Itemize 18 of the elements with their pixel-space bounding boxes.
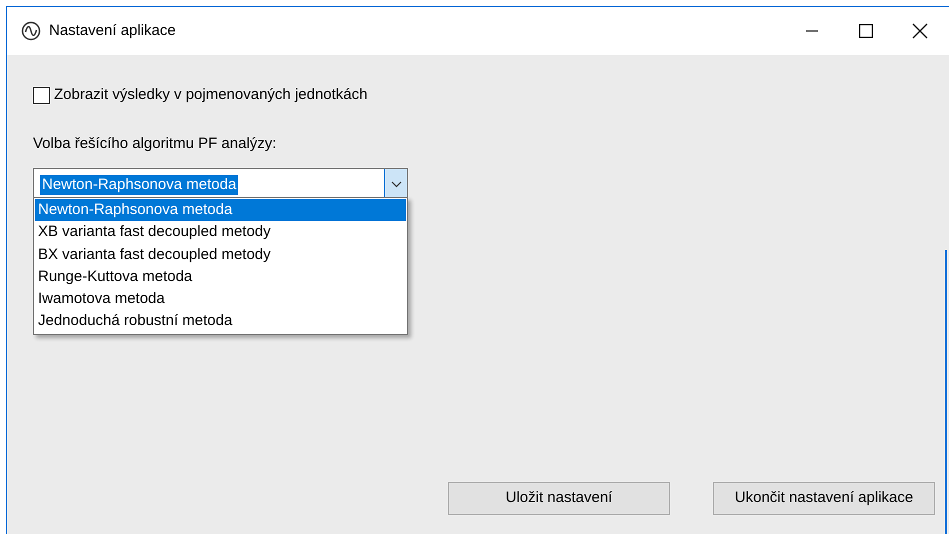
checkbox-label: Zobrazit výsledky v pojmenovaných jednotkách <box>54 85 368 105</box>
maximize-icon[interactable] <box>859 24 873 38</box>
dropdown-option[interactable]: Newton-Raphsonova metoda <box>35 199 406 222</box>
chevron-down-icon <box>390 181 402 188</box>
dropdown-option[interactable]: Jednoduchá robustní metoda <box>35 310 406 333</box>
dropdown-option[interactable]: XB varianta fast decoupled metody <box>35 221 406 244</box>
save-button[interactable]: Uložit nastavení <box>448 482 670 515</box>
dropdown-option[interactable]: Runge-Kuttova metoda <box>35 266 406 288</box>
checkbox[interactable] <box>33 86 50 104</box>
wave-icon <box>21 21 41 41</box>
algorithm-label: Volba řešícího algoritmu PF analýzy: <box>33 134 278 154</box>
close-icon[interactable] <box>912 23 928 39</box>
exit-button[interactable]: Ukončit nastavení aplikace <box>713 482 935 515</box>
dropdown-option[interactable]: Iwamotova metoda <box>35 288 406 310</box>
dropdown-option[interactable]: BX varianta fast decoupled metody <box>35 244 406 266</box>
dropdown-button[interactable] <box>384 169 407 200</box>
selected-value: Newton-Raphsonova metoda <box>40 174 238 194</box>
window-title: Nastavení aplikace <box>49 20 176 41</box>
